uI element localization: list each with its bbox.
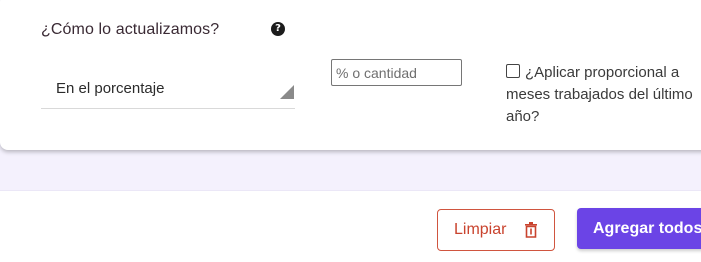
percent-or-amount-input[interactable] [331, 59, 462, 86]
select-caret-icon [280, 85, 294, 99]
update-question-label: ¿Cómo lo actualizamos? [41, 21, 220, 38]
prorate-label: ¿Aplicar proporcional a meses trabajados… [506, 64, 693, 125]
prorate-checkbox[interactable] [506, 64, 520, 78]
page: ¿Cómo lo actualizamos? ? En el porcentaj… [0, 0, 701, 262]
help-icon[interactable]: ? [271, 22, 285, 36]
update-method-selected-value: En el porcentaje [56, 80, 165, 97]
clear-button[interactable]: Limpiar [437, 209, 555, 251]
clear-button-label: Limpiar [454, 221, 507, 238]
trash-icon [525, 222, 537, 238]
update-card: ¿Cómo lo actualizamos? ? En el porcentaj… [0, 0, 701, 150]
add-all-button[interactable]: Agregar todos [577, 208, 701, 249]
update-method-select[interactable]: En el porcentaje [41, 74, 295, 109]
